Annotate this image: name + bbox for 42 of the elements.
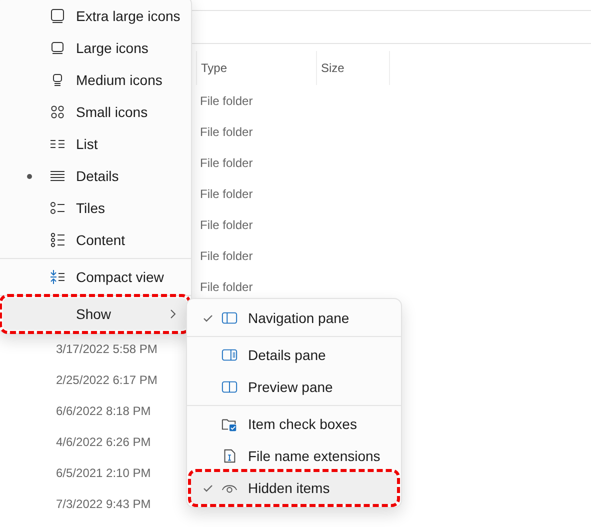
table-cell: 6/6/2022 8:18 PM [56, 404, 151, 418]
menu-item[interactable]: File name extensions [191, 440, 397, 472]
menu-item[interactable]: Compact view [3, 261, 187, 293]
menu-item[interactable]: List [3, 128, 187, 160]
table-cell: File folder [200, 94, 253, 108]
pane-icon [221, 379, 238, 395]
table-cell: File folder [200, 218, 253, 232]
pane-icon [221, 347, 238, 363]
table-cell: 6/5/2021 2:10 PM [56, 466, 151, 480]
table-cell: 2/25/2022 6:17 PM [56, 372, 158, 386]
monitor-icon [49, 40, 66, 56]
menu-item[interactable]: Preview pane [191, 371, 397, 403]
table-cell: File folder [200, 248, 253, 262]
column-header[interactable]: Type [196, 51, 316, 85]
menu-item[interactable]: Medium icons [3, 64, 187, 96]
menu-item[interactable]: Details [3, 160, 187, 192]
menu-item[interactable]: Tiles [3, 192, 187, 224]
table-cell: File folder [200, 124, 253, 138]
menu-item[interactable]: Navigation pane [191, 302, 397, 334]
column-header[interactable]: Size [316, 51, 390, 85]
chevron-right-icon [169, 308, 177, 320]
tiles-icon [49, 200, 66, 216]
pane-icon [221, 310, 238, 326]
menu-item[interactable]: Content [3, 224, 187, 256]
table-cell: 7/3/2022 9:43 PM [56, 496, 151, 510]
menu-item[interactable]: Item check boxes [191, 408, 397, 440]
table-cell: 4/6/2022 6:26 PM [56, 434, 151, 448]
menu-item[interactable]: Show [3, 298, 187, 330]
menu-item[interactable]: Small icons [3, 96, 187, 128]
menu-item[interactable]: Details pane [191, 339, 397, 371]
monitor-icon [49, 8, 66, 24]
content-icon [49, 232, 66, 248]
details-icon [49, 168, 66, 184]
grid-icon [49, 104, 66, 120]
compact-icon [49, 269, 66, 285]
menu-item[interactable]: Extra large icons [3, 0, 187, 32]
table-cell: File folder [200, 186, 253, 200]
table-cell: File folder [200, 156, 253, 170]
menu-item[interactable]: Large icons [3, 32, 187, 64]
menu-item[interactable]: Hidden items [191, 472, 397, 504]
table-cell: 3/17/2022 5:58 PM [56, 342, 158, 356]
table-cell: File folder [200, 280, 253, 294]
